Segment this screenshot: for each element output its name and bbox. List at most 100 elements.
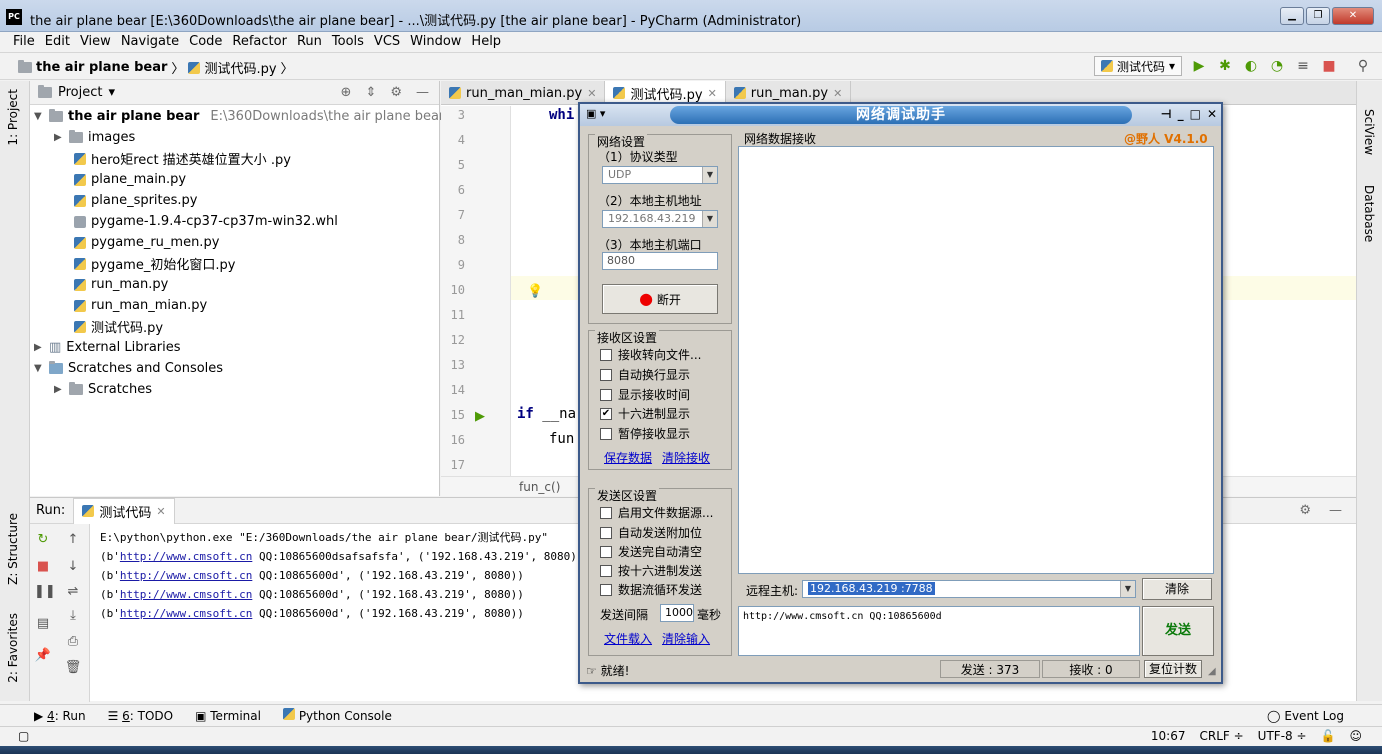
tree-external-libraries[interactable]: ▶ ▥ External Libraries bbox=[34, 337, 181, 358]
locate-icon[interactable]: ⊕ bbox=[341, 85, 352, 100]
clear-receive-link[interactable]: 清除接收 bbox=[662, 449, 710, 466]
run-gutter-icon[interactable]: ▶ bbox=[475, 409, 485, 424]
menu-view[interactable]: View bbox=[75, 32, 116, 52]
close-button[interactable]: ✕ bbox=[1207, 107, 1217, 121]
collapse-icon[interactable]: ⇕ bbox=[365, 85, 376, 100]
clear-button[interactable]: 清除 bbox=[1142, 578, 1212, 600]
menu-refactor[interactable]: Refactor bbox=[227, 32, 292, 52]
concurrency-icon[interactable]: ≡ bbox=[1294, 57, 1312, 75]
auto-wrap-checkbox[interactable]: 自动换行显示 bbox=[600, 366, 690, 383]
stop-icon[interactable]: ■ bbox=[34, 559, 52, 574]
close-tab-icon[interactable]: ✕ bbox=[833, 87, 842, 100]
tree-file[interactable]: plane_sprites.py bbox=[74, 190, 198, 211]
hex-display-checkbox[interactable]: ✔ 十六进制显示 bbox=[600, 405, 690, 422]
clear-input-link[interactable]: 清除输入 bbox=[662, 630, 710, 647]
recv-to-file-checkbox[interactable]: 接收转向文件... bbox=[600, 346, 701, 363]
auto-append-checkbox[interactable]: 自动发送附加位 bbox=[600, 524, 702, 541]
show-time-checkbox[interactable]: 显示接收时间 bbox=[600, 386, 690, 403]
lock-icon[interactable]: 🔓 bbox=[1321, 729, 1336, 743]
scroll-to-end-icon[interactable]: ⤓ bbox=[64, 608, 82, 623]
tree-scratches-consoles[interactable]: ▼ Scratches and Consoles bbox=[34, 358, 223, 379]
tree-scratches[interactable]: ▶ Scratches bbox=[54, 379, 152, 400]
line-separator[interactable]: CRLF ÷ bbox=[1199, 729, 1243, 743]
file-encoding[interactable]: UTF-8 ÷ bbox=[1258, 729, 1307, 743]
toggle-tool-windows-icon[interactable]: ▢ bbox=[18, 729, 29, 743]
run-icon[interactable]: ▶ bbox=[1190, 57, 1208, 75]
sciview-tool-tab[interactable]: SciView bbox=[1362, 109, 1376, 155]
maximize-button[interactable]: □ bbox=[1190, 107, 1201, 121]
pin-icon[interactable]: 📌 bbox=[34, 648, 52, 663]
pin-icon[interactable]: ⊣ bbox=[1161, 107, 1172, 121]
run-configuration-select[interactable]: 测试代码 ▾ bbox=[1093, 56, 1182, 76]
hex-send-checkbox[interactable]: 按十六进制发送 bbox=[600, 562, 702, 579]
console-link[interactable]: http://www.cmsoft.cn bbox=[120, 588, 252, 601]
host-select[interactable]: 192.168.43.219 ▼ bbox=[602, 210, 718, 228]
close-tab-icon[interactable]: ✕ bbox=[587, 87, 596, 100]
console-link[interactable]: http://www.cmsoft.cn bbox=[120, 550, 252, 563]
tree-file[interactable]: pygame_ru_men.py bbox=[74, 232, 219, 253]
menu-vcs[interactable]: VCS bbox=[369, 32, 405, 52]
menu-help[interactable]: Help bbox=[466, 32, 506, 52]
event-log-button[interactable]: ◯ Event Log bbox=[1267, 709, 1382, 723]
rerun-icon[interactable]: ↻ bbox=[34, 532, 52, 547]
profile-icon[interactable]: ◔ bbox=[1268, 57, 1286, 75]
resize-grip-icon[interactable]: ◢ bbox=[1208, 666, 1216, 677]
coverage-icon[interactable]: ◐ bbox=[1242, 57, 1260, 75]
console-link[interactable]: http://www.cmsoft.cn bbox=[120, 569, 252, 582]
minimize-button[interactable]: _ bbox=[1178, 107, 1184, 121]
run-tool-button[interactable]: ▶ 4: Run bbox=[34, 709, 86, 723]
file-load-link[interactable]: 文件载入 bbox=[604, 630, 652, 647]
hide-icon[interactable]: — bbox=[416, 85, 429, 100]
tree-file[interactable]: plane_main.py bbox=[74, 169, 186, 190]
debug-icon[interactable]: ✱ bbox=[1216, 57, 1234, 75]
print-icon[interactable]: ⎙ bbox=[64, 634, 82, 649]
structure-tool-tab[interactable]: Z: Structure bbox=[6, 513, 20, 585]
auto-clear-checkbox[interactable]: 发送完自动清空 bbox=[600, 543, 702, 560]
file-source-checkbox[interactable]: 启用文件数据源... bbox=[600, 504, 713, 521]
tree-file[interactable]: run_man.py bbox=[74, 274, 168, 295]
inspector-icon[interactable]: ☺ bbox=[1349, 729, 1362, 743]
layout-icon[interactable]: ▤ bbox=[34, 616, 52, 631]
gear-icon[interactable]: ⚙ bbox=[1299, 503, 1311, 518]
tree-folder-images[interactable]: ▶ images bbox=[54, 127, 135, 148]
breadcrumb-file[interactable]: 测试代码.py bbox=[204, 58, 276, 77]
breadcrumb-project[interactable]: the air plane bear bbox=[36, 60, 167, 75]
trash-icon[interactable]: 🗑 bbox=[64, 660, 82, 675]
hide-icon[interactable]: — bbox=[1329, 503, 1342, 518]
menu-navigate[interactable]: Navigate bbox=[116, 32, 184, 52]
tree-root[interactable]: ▼ the air plane bear E:\360Downloads\the… bbox=[34, 106, 444, 127]
up-arrow-icon[interactable]: ↑ bbox=[64, 532, 82, 547]
close-tab-icon[interactable]: ✕ bbox=[156, 505, 165, 518]
terminal-tool-button[interactable]: ▣ Terminal bbox=[195, 709, 261, 723]
menu-code[interactable]: Code bbox=[184, 32, 227, 52]
menu-window[interactable]: Window bbox=[405, 32, 466, 52]
run-tab[interactable]: 测试代码 ✕ bbox=[73, 497, 175, 524]
database-tool-tab[interactable]: Database bbox=[1362, 185, 1376, 242]
disconnect-button[interactable]: ● 断开 bbox=[602, 284, 718, 314]
menu-tools[interactable]: Tools bbox=[327, 32, 369, 52]
pause-recv-checkbox[interactable]: 暂停接收显示 bbox=[600, 425, 690, 442]
save-data-link[interactable]: 保存数据 bbox=[604, 449, 652, 466]
minimize-button[interactable]: ▁ bbox=[1280, 7, 1304, 25]
lightbulb-icon[interactable]: 💡 bbox=[527, 284, 543, 299]
menu-file[interactable]: File bbox=[8, 32, 40, 52]
system-menu-icon[interactable]: ▣ ▾ bbox=[586, 107, 605, 120]
todo-tool-button[interactable]: ☰ 6: TODO bbox=[108, 709, 174, 723]
search-icon[interactable]: ⚲ bbox=[1354, 57, 1372, 75]
interval-input[interactable]: 1000 bbox=[660, 604, 694, 622]
chevron-down-icon[interactable]: ▾ bbox=[108, 85, 115, 100]
gear-icon[interactable]: ⚙ bbox=[390, 85, 402, 100]
tree-file[interactable]: 测试代码.py bbox=[74, 316, 163, 337]
caret-position[interactable]: 10:67 bbox=[1151, 729, 1186, 743]
maximize-button[interactable]: ❐ bbox=[1306, 7, 1330, 25]
pause-icon[interactable]: ❚❚ bbox=[34, 584, 56, 599]
protocol-select[interactable]: UDP ▼ bbox=[602, 166, 718, 184]
soft-wrap-icon[interactable]: ⇌ bbox=[64, 584, 82, 599]
send-button[interactable]: 发送 bbox=[1142, 606, 1214, 656]
tree-file[interactable]: hero矩rect 描述英雄位置大小 .py bbox=[74, 148, 291, 169]
remote-host-select[interactable]: 192.168.43.219 :7788 ▼ bbox=[802, 580, 1136, 598]
port-input[interactable]: 8080 bbox=[602, 252, 718, 270]
down-arrow-icon[interactable]: ↓ bbox=[64, 559, 82, 574]
python-console-tool-button[interactable]: Python Console bbox=[282, 708, 392, 723]
reset-count-button[interactable]: 复位计数 bbox=[1144, 660, 1202, 678]
